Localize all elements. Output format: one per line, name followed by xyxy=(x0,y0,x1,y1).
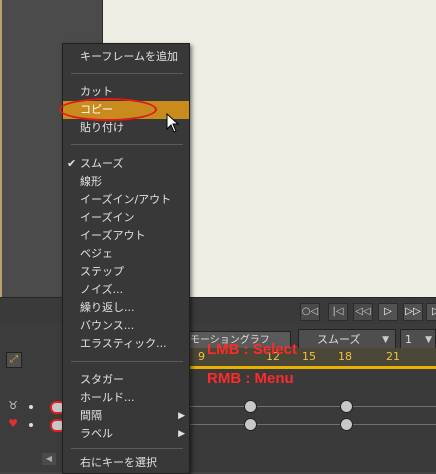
step-select-value: 1 xyxy=(405,333,412,346)
expand-icon[interactable]: ⤢ xyxy=(6,352,22,368)
go-to-start-button[interactable]: ○◁ xyxy=(300,303,320,321)
menu-item-bezier[interactable]: ベジェ xyxy=(63,245,189,263)
menu-item-ease-out[interactable]: イーズアウト xyxy=(63,227,189,245)
menu-item-noise[interactable]: ノイズ... xyxy=(63,281,189,299)
menu-item-interval[interactable]: 間隔 ▶ xyxy=(63,407,189,425)
play-button[interactable]: ▷ xyxy=(378,303,398,321)
ruler-tick: 21 xyxy=(386,350,400,363)
go-to-end-button[interactable]: ▷ xyxy=(426,303,436,321)
menu-item-elastic[interactable]: エラスティック... xyxy=(63,335,189,353)
menu-separator xyxy=(71,73,183,74)
menu-item-step[interactable]: ステップ xyxy=(63,263,189,281)
mouse-cursor-icon xyxy=(166,113,180,133)
menu-item-stagger[interactable]: スタガー xyxy=(63,371,189,389)
rewind-button[interactable]: ◁◁ xyxy=(353,303,373,321)
chevron-down-icon: ▼ xyxy=(382,335,389,345)
menu-item-ease-in-out[interactable]: イーズイン/アウト xyxy=(63,191,189,209)
previous-key-button[interactable]: |◁ xyxy=(328,303,348,321)
lmb-annotation: LMB : Select xyxy=(207,341,298,358)
heart-icon: ♥ xyxy=(8,417,18,430)
step-select[interactable]: 1 ▼ xyxy=(400,329,436,349)
track-line xyxy=(175,424,436,425)
menu-separator xyxy=(71,144,183,145)
menu-item-linear[interactable]: 線形 xyxy=(63,173,189,191)
menu-item-smooth[interactable]: ✔ スムーズ xyxy=(63,155,189,173)
menu-separator xyxy=(71,361,183,362)
keyframe[interactable] xyxy=(340,418,353,431)
keyframe[interactable] xyxy=(244,418,257,431)
ruler-tick: 18 xyxy=(338,350,352,363)
menu-item-hold[interactable]: ホールド... xyxy=(63,389,189,407)
menu-item-bounce[interactable]: バウンス... xyxy=(63,317,189,335)
menu-item-ease-in[interactable]: イーズイン xyxy=(63,209,189,227)
menu-item-repeat[interactable]: 繰り返し... xyxy=(63,299,189,317)
menu-item-select-keys-right[interactable]: 右にキーを選択 xyxy=(63,454,189,472)
menu-item-label: スムーズ xyxy=(80,157,124,170)
highlight-oval xyxy=(59,98,157,121)
track-dot xyxy=(29,405,33,409)
interpolation-select-value: スムーズ xyxy=(317,333,361,346)
track-line xyxy=(175,406,436,407)
rmb-annotation: RMB : Menu xyxy=(207,370,294,387)
chevron-down-icon: ▼ xyxy=(425,335,432,345)
check-icon: ✔ xyxy=(67,157,77,170)
keyframe[interactable] xyxy=(340,400,353,413)
track-dot xyxy=(29,423,33,427)
interpolation-select[interactable]: スムーズ ▼ xyxy=(298,329,396,349)
scroll-left-button[interactable]: ◀ xyxy=(42,453,56,465)
menu-item-add-keyframe[interactable]: キーフレームを追加 xyxy=(63,48,189,66)
track-header-panel xyxy=(0,323,60,472)
submenu-arrow-icon: ▶ xyxy=(178,411,185,421)
fast-forward-button[interactable]: ▷▷ xyxy=(403,303,423,321)
ruler-tick: 15 xyxy=(302,350,316,363)
keyframe[interactable] xyxy=(244,400,257,413)
transform-icon: ♉ xyxy=(8,399,18,412)
time-ruler-bar xyxy=(175,366,436,369)
menu-item-label: ラベル xyxy=(80,427,113,440)
submenu-arrow-icon: ▶ xyxy=(178,429,185,439)
ruler-tick: 9 xyxy=(198,350,205,363)
menu-separator xyxy=(71,448,183,449)
menu-item-label: 間隔 xyxy=(80,409,102,422)
menu-item-label-submenu[interactable]: ラベル ▶ xyxy=(63,425,189,443)
